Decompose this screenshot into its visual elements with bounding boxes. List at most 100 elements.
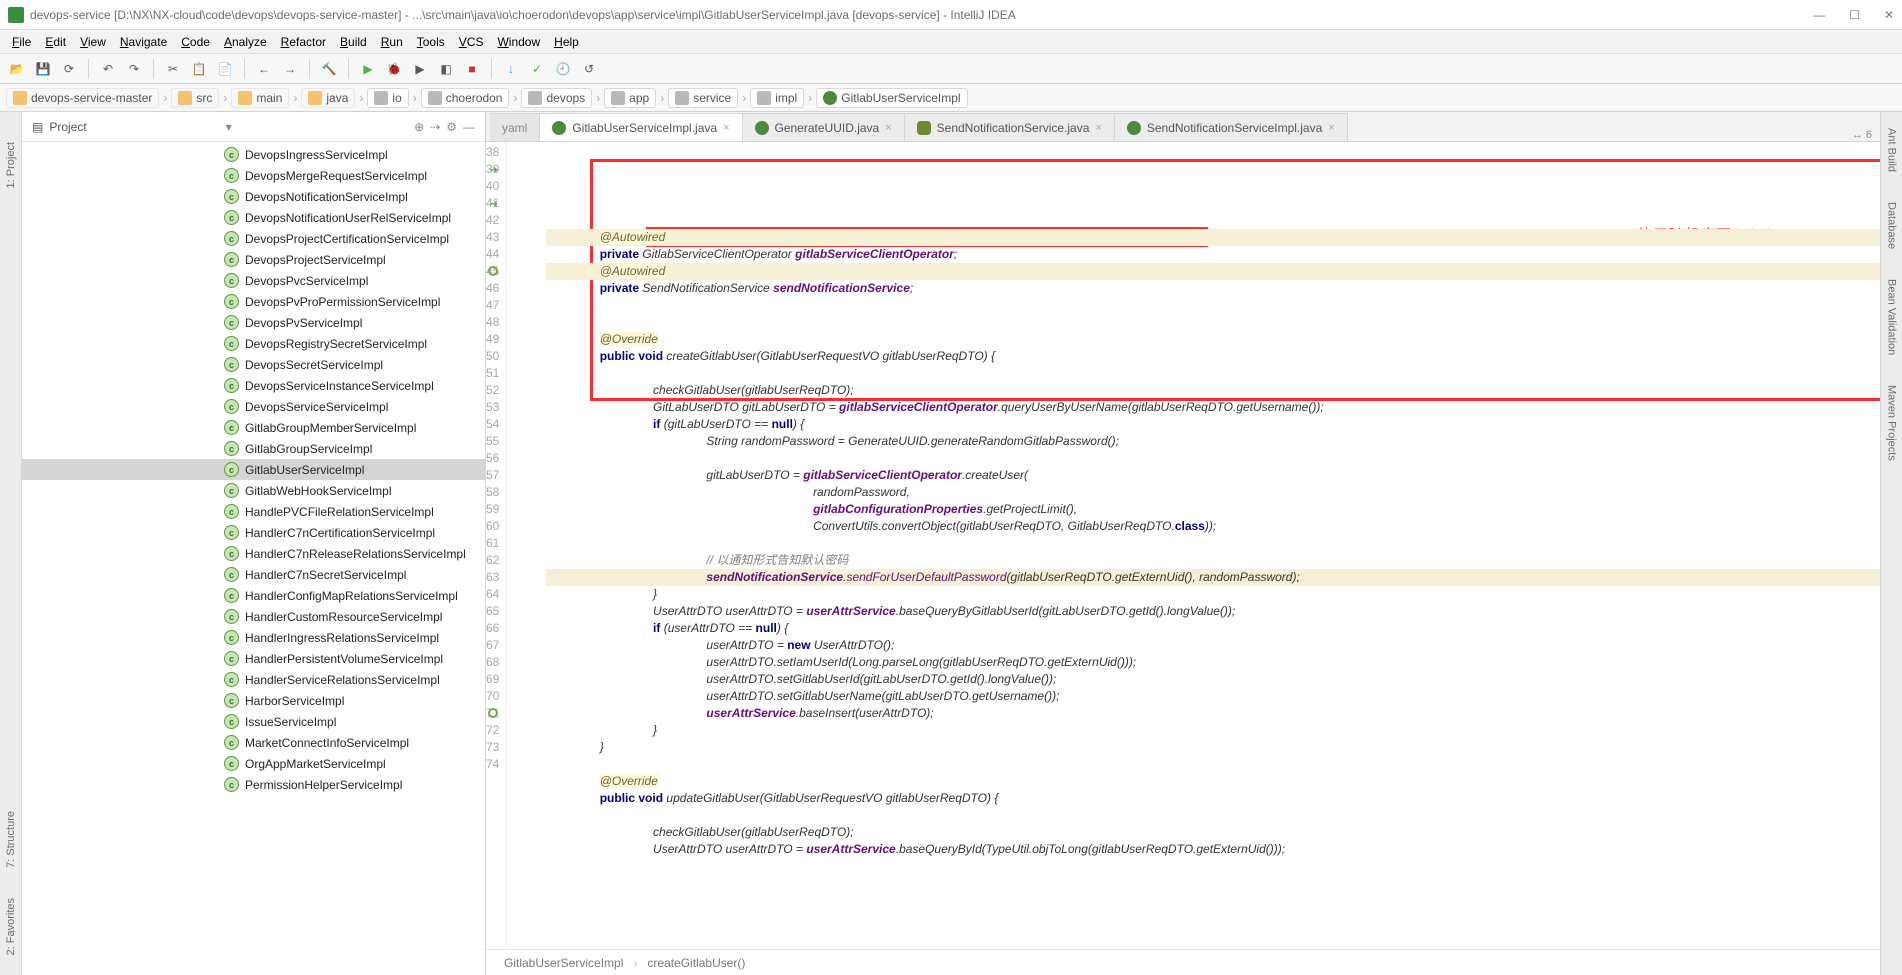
code-line[interactable]: userAttrDTO.setGitlabUserName(gitLabUser… bbox=[546, 688, 1880, 705]
save-all-icon[interactable]: 💾 bbox=[32, 58, 54, 80]
copy-icon[interactable]: 📋 bbox=[188, 58, 210, 80]
tab-SendNotificationServiceImpl-java[interactable]: SendNotificationServiceImpl.java× bbox=[1114, 113, 1348, 141]
tree-item-PermissionHelperServiceImpl[interactable]: PermissionHelperServiceImpl bbox=[22, 774, 485, 795]
rail-maven[interactable]: Maven Projects bbox=[1886, 385, 1898, 461]
autowired-nav-icon[interactable]: ➜ bbox=[488, 196, 498, 206]
tree-item-HandlerC7nSecretServiceImpl[interactable]: HandlerC7nSecretServiceImpl bbox=[22, 564, 485, 585]
tree-item-GitlabGroupMemberServiceImpl[interactable]: GitlabGroupMemberServiceImpl bbox=[22, 417, 485, 438]
tree-item-HandlerPersistentVolumeServiceImpl[interactable]: HandlerPersistentVolumeServiceImpl bbox=[22, 648, 485, 669]
code-line[interactable] bbox=[546, 297, 1880, 314]
hide-icon[interactable]: — bbox=[463, 120, 475, 134]
code-line[interactable]: checkGitlabUser(gitlabUserReqDTO); bbox=[546, 382, 1880, 399]
crumb-java[interactable]: java bbox=[301, 88, 355, 108]
locate-icon[interactable]: ⊕ bbox=[414, 120, 424, 134]
tab-GitlabUserServiceImpl-java[interactable]: GitlabUserServiceImpl.java× bbox=[539, 113, 742, 141]
override-icon[interactable] bbox=[488, 708, 498, 718]
build-icon[interactable]: 🔨 bbox=[318, 58, 340, 80]
tree-item-DevopsServiceInstanceServiceImpl[interactable]: DevopsServiceInstanceServiceImpl bbox=[22, 375, 485, 396]
vcs-pull-icon[interactable]: ↓ bbox=[500, 58, 522, 80]
code-line[interactable]: // 以通知形式告知默认密码 bbox=[546, 552, 1880, 569]
tree-item-DevopsNotificationUserRelServiceImpl[interactable]: DevopsNotificationUserRelServiceImpl bbox=[22, 207, 485, 228]
redo-icon[interactable]: ↷ bbox=[123, 58, 145, 80]
code-line[interactable]: sendNotificationService.sendForUserDefau… bbox=[546, 569, 1880, 586]
code-line[interactable]: userAttrDTO.setGitlabUserId(gitLabUserDT… bbox=[546, 671, 1880, 688]
code-line[interactable] bbox=[546, 756, 1880, 773]
menu-tools[interactable]: Tools bbox=[411, 33, 451, 51]
code-line[interactable]: randomPassword, bbox=[546, 484, 1880, 501]
menu-view[interactable]: View bbox=[74, 33, 112, 51]
code-line[interactable]: String randomPassword = GenerateUUID.gen… bbox=[546, 433, 1880, 450]
code-line[interactable] bbox=[546, 314, 1880, 331]
menu-window[interactable]: Window bbox=[491, 33, 546, 51]
stop-icon[interactable]: ■ bbox=[461, 58, 483, 80]
crumb-src[interactable]: src bbox=[171, 88, 219, 108]
code-line[interactable]: public void updateGitlabUser(GitlabUserR… bbox=[546, 790, 1880, 807]
crumb-GitlabUserServiceImpl[interactable]: GitlabUserServiceImpl bbox=[816, 88, 967, 108]
open-icon[interactable]: 📂 bbox=[6, 58, 28, 80]
code-line[interactable]: UserAttrDTO userAttrDTO = userAttrServic… bbox=[546, 841, 1880, 858]
vcs-history-icon[interactable]: 🕘 bbox=[552, 58, 574, 80]
tree-item-DevopsIngressServiceImpl[interactable]: DevopsIngressServiceImpl bbox=[22, 144, 485, 165]
minimize-icon[interactable]: — bbox=[1813, 8, 1825, 22]
rail-bean[interactable]: Bean Validation bbox=[1886, 279, 1898, 355]
menu-refactor[interactable]: Refactor bbox=[275, 33, 332, 51]
run2-icon[interactable]: ▶ bbox=[409, 58, 431, 80]
cut-icon[interactable]: ✂ bbox=[162, 58, 184, 80]
code-line[interactable]: @Override bbox=[546, 773, 1880, 790]
paste-icon[interactable]: 📄 bbox=[214, 58, 236, 80]
tree-item-GitlabWebHookServiceImpl[interactable]: GitlabWebHookServiceImpl bbox=[22, 480, 485, 501]
code-line[interactable]: @Override bbox=[546, 331, 1880, 348]
code-line[interactable]: ConvertUtils.convertObject(gitlabUserReq… bbox=[546, 518, 1880, 535]
status-crumb-method[interactable]: createGitlabUser() bbox=[647, 956, 745, 970]
code-line[interactable]: } bbox=[546, 722, 1880, 739]
override-icon[interactable] bbox=[488, 266, 498, 276]
code-line[interactable]: UserAttrDTO userAttrDTO = userAttrServic… bbox=[546, 603, 1880, 620]
tree-item-DevopsPvServiceImpl[interactable]: DevopsPvServiceImpl bbox=[22, 312, 485, 333]
code-line[interactable]: @Autowired bbox=[546, 263, 1880, 280]
project-tree[interactable]: DevopsIngressServiceImplDevopsMergeReque… bbox=[22, 142, 485, 975]
code-line[interactable] bbox=[546, 450, 1880, 467]
editor-body[interactable]: 3839➜4041➜424344454647484950515253545556… bbox=[486, 142, 1880, 949]
code-line[interactable]: userAttrDTO = new UserAttrDTO(); bbox=[546, 637, 1880, 654]
code-line[interactable]: GitLabUserDTO gitLabUserDTO = gitlabServ… bbox=[546, 399, 1880, 416]
tab-GenerateUUID-java[interactable]: GenerateUUID.java× bbox=[742, 113, 905, 141]
code-line[interactable]: gitlabConfigurationProperties.getProject… bbox=[546, 501, 1880, 518]
tree-item-HandlerServiceRelationsServiceImpl[interactable]: HandlerServiceRelationsServiceImpl bbox=[22, 669, 485, 690]
scope-dropdown-icon[interactable]: ▾ bbox=[226, 120, 232, 134]
back-icon[interactable]: ← bbox=[253, 58, 275, 80]
menu-file[interactable]: File bbox=[6, 33, 37, 51]
tree-item-HandlePVCFileRelationServiceImpl[interactable]: HandlePVCFileRelationServiceImpl bbox=[22, 501, 485, 522]
crumb-main[interactable]: main bbox=[231, 88, 289, 108]
code-line[interactable]: if (gitLabUserDTO == null) { bbox=[546, 416, 1880, 433]
rail-favorites[interactable]: 2: Favorites bbox=[5, 898, 17, 955]
close-tab-icon[interactable]: × bbox=[1328, 122, 1334, 134]
tree-item-HandlerCustomResourceServiceImpl[interactable]: HandlerCustomResourceServiceImpl bbox=[22, 606, 485, 627]
menu-run[interactable]: Run bbox=[375, 33, 409, 51]
code-line[interactable]: public void createGitlabUser(GitlabUserR… bbox=[546, 348, 1880, 365]
rail-structure[interactable]: 7: Structure bbox=[5, 811, 17, 868]
settings-icon[interactable]: ⚙ bbox=[446, 120, 457, 134]
tree-item-DevopsServiceServiceImpl[interactable]: DevopsServiceServiceImpl bbox=[22, 396, 485, 417]
debug-icon[interactable]: 🐞 bbox=[383, 58, 405, 80]
code-line[interactable]: @Autowired bbox=[546, 229, 1880, 246]
crumb-service[interactable]: service bbox=[668, 88, 738, 108]
code-line[interactable] bbox=[546, 535, 1880, 552]
crumb-impl[interactable]: impl bbox=[750, 88, 804, 108]
tree-item-DevopsProjectCertificationServiceImpl[interactable]: DevopsProjectCertificationServiceImpl bbox=[22, 228, 485, 249]
sidebar-title[interactable]: Project bbox=[49, 120, 219, 134]
tab-SendNotificationService-java[interactable]: SendNotificationService.java× bbox=[904, 113, 1115, 141]
tree-item-MarketConnectInfoServiceImpl[interactable]: MarketConnectInfoServiceImpl bbox=[22, 732, 485, 753]
undo-icon[interactable]: ↶ bbox=[97, 58, 119, 80]
code-line[interactable] bbox=[546, 807, 1880, 824]
code-line[interactable] bbox=[546, 365, 1880, 382]
tree-item-HandlerIngressRelationsServiceImpl[interactable]: HandlerIngressRelationsServiceImpl bbox=[22, 627, 485, 648]
tree-item-HandlerC7nReleaseRelationsServiceImpl[interactable]: HandlerC7nReleaseRelationsServiceImpl bbox=[22, 543, 485, 564]
tree-item-DevopsMergeRequestServiceImpl[interactable]: DevopsMergeRequestServiceImpl bbox=[22, 165, 485, 186]
crumb-io[interactable]: io bbox=[367, 88, 408, 108]
coverage-icon[interactable]: ◧ bbox=[435, 58, 457, 80]
tree-item-DevopsProjectServiceImpl[interactable]: DevopsProjectServiceImpl bbox=[22, 249, 485, 270]
crumb-devops[interactable]: devops bbox=[521, 88, 592, 108]
status-crumb-class[interactable]: GitlabUserServiceImpl bbox=[504, 956, 623, 970]
autowired-nav-icon[interactable]: ➜ bbox=[488, 162, 498, 172]
tree-item-GitlabGroupServiceImpl[interactable]: GitlabGroupServiceImpl bbox=[22, 438, 485, 459]
